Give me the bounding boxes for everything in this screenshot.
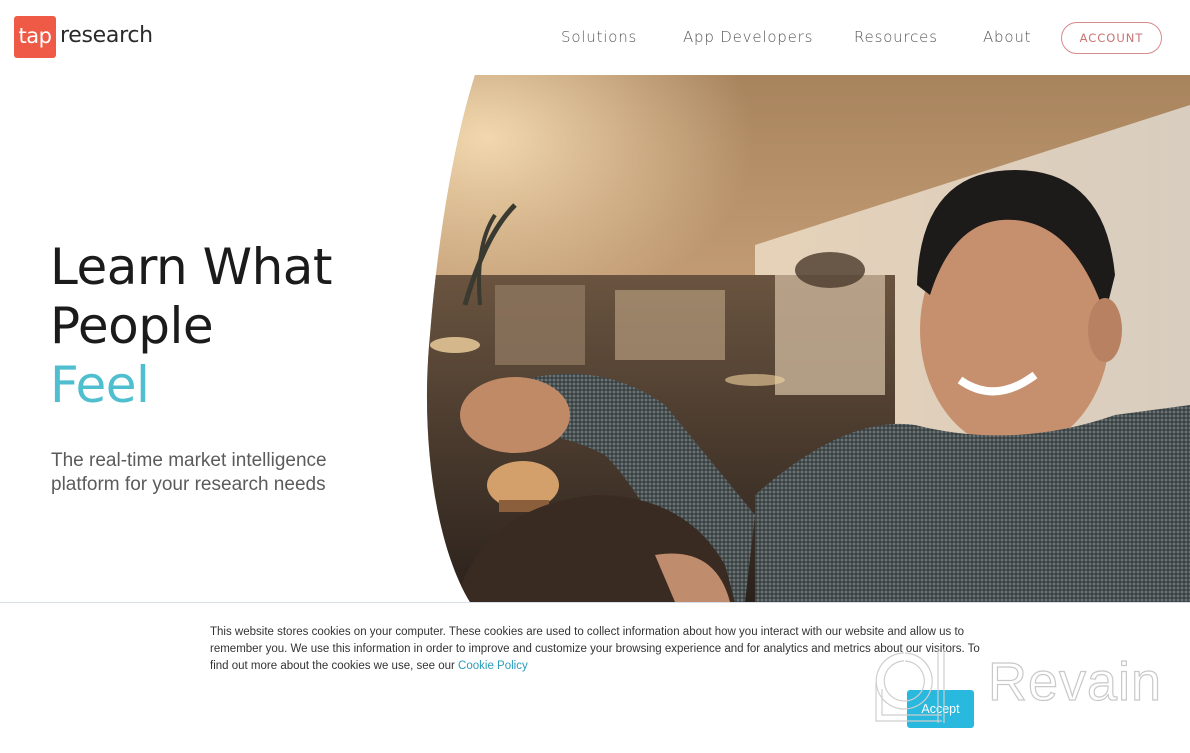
hero-photo: [425, 75, 1190, 602]
cookie-banner: This website stores cookies on your comp…: [0, 602, 1190, 753]
hero-title-line-2: People: [50, 297, 214, 355]
hero-title-line-1: Learn What: [50, 238, 333, 296]
logo-mark: tap: [14, 16, 56, 58]
nav-about[interactable]: About: [983, 28, 1031, 46]
nav-solutions[interactable]: Solutions: [561, 28, 637, 46]
tap-research-logo[interactable]: tap research: [14, 16, 153, 58]
hero-subtitle: The real-time market intelligence platfo…: [51, 450, 327, 495]
nav-resources[interactable]: Resources: [854, 28, 938, 46]
cookie-policy-link[interactable]: Cookie Policy: [458, 660, 528, 672]
cookie-message: This website stores cookies on your comp…: [210, 626, 980, 672]
cookie-banner-text: This website stores cookies on your comp…: [210, 624, 980, 675]
hero-photo-illustration: [426, 75, 1190, 602]
account-button[interactable]: ACCOUNT: [1061, 22, 1162, 54]
logo-wordmark: research: [60, 23, 153, 48]
site-header: tap research Solutions App Developers Re…: [0, 0, 1190, 75]
nav-app-developers[interactable]: App Developers: [683, 28, 813, 46]
hero-title: Learn What People Feel: [50, 238, 333, 415]
accept-cookies-button[interactable]: Accept: [907, 690, 974, 728]
hero-title-accent: Feel: [50, 356, 150, 414]
